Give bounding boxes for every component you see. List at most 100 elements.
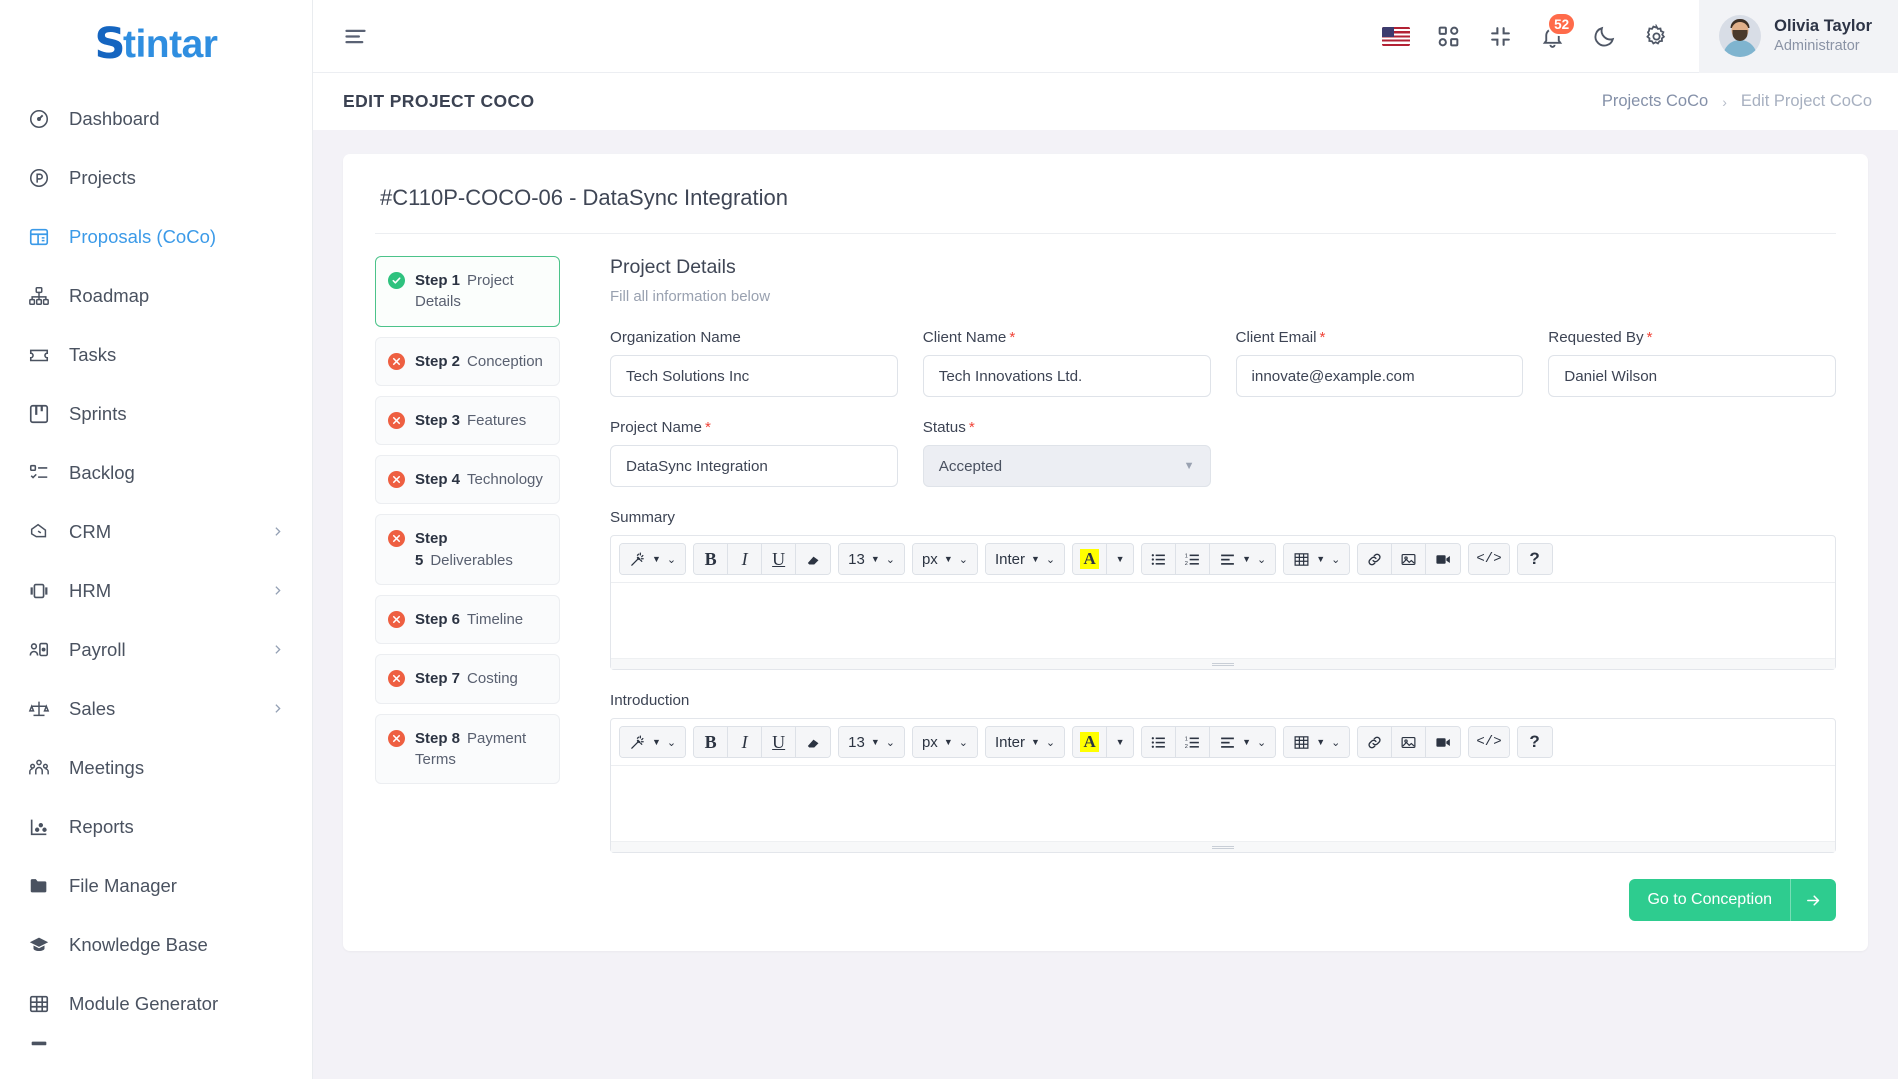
apps-grid-icon[interactable] — [1433, 21, 1463, 51]
sidebar-item-payroll[interactable]: Payroll — [0, 620, 312, 679]
numbered-list-icon[interactable]: 12 — [1176, 544, 1211, 574]
step-item-4[interactable]: Step 4 Technology — [375, 455, 560, 505]
checklist-icon — [26, 460, 52, 486]
bullet-list-icon[interactable] — [1142, 727, 1177, 757]
font-family-dropdown[interactable]: Inter ▼ ⌄ — [985, 727, 1065, 757]
chevron-down-icon: ⌄ — [1257, 553, 1267, 566]
user-profile-menu[interactable]: Olivia Taylor Administrator — [1699, 0, 1898, 73]
avatar — [1719, 15, 1762, 57]
help-icon[interactable]: ? — [1517, 727, 1552, 757]
magic-wand-icon[interactable]: ▼ ⌄ — [620, 544, 686, 574]
unit-dropdown[interactable]: px ▼ ⌄ — [912, 544, 977, 574]
introduction-textarea[interactable] — [611, 766, 1835, 841]
align-icon[interactable]: ▼ ⌄ — [1210, 544, 1276, 574]
required-marker: * — [1319, 329, 1326, 346]
sidebar-item-meetings[interactable]: Meetings — [0, 738, 312, 797]
client-email-input[interactable] — [1235, 355, 1524, 397]
toolbar-group-insert — [1357, 726, 1462, 758]
step-label: Conception — [467, 352, 543, 370]
font-family-value: Inter — [994, 550, 1025, 568]
eraser-icon[interactable] — [796, 544, 831, 574]
link-icon[interactable] — [1358, 544, 1393, 574]
moon-icon[interactable] — [1589, 21, 1619, 51]
gear-icon[interactable] — [1641, 21, 1671, 51]
step-number: Step 2 — [415, 352, 461, 370]
sidebar-item-backlog[interactable]: Backlog — [0, 443, 312, 502]
sidebar-item-tasks[interactable]: Tasks — [0, 325, 312, 384]
help-icon[interactable]: ? — [1517, 544, 1552, 574]
sidebar-item-dashboard[interactable]: Dashboard — [0, 89, 312, 148]
chevron-down-icon: ⌄ — [1257, 736, 1267, 749]
text-color-dropdown[interactable]: ▼ — [1107, 544, 1134, 574]
video-icon[interactable] — [1426, 727, 1461, 757]
sidebar-item-module-generator[interactable]: Module Generator — [0, 974, 312, 1033]
step-number: Step 6 — [415, 611, 461, 629]
step-item-8[interactable]: Step 8 Payment Terms — [375, 713, 560, 785]
sidebar-item-sales[interactable]: Sales — [0, 679, 312, 738]
font-size-dropdown[interactable]: 13 ▼ ⌄ — [839, 544, 904, 574]
step-item-7[interactable]: Step 7 Costing — [375, 654, 560, 704]
text-color-icon[interactable]: A — [1073, 727, 1108, 757]
summary-resize-handle[interactable] — [611, 658, 1835, 669]
bullet-list-icon[interactable] — [1142, 544, 1177, 574]
numbered-list-icon[interactable]: 12 — [1176, 727, 1211, 757]
underline-icon[interactable]: U — [762, 727, 797, 757]
sidebar-item-partial[interactable] — [0, 1033, 312, 1063]
image-icon[interactable] — [1392, 727, 1427, 757]
step-item-2[interactable]: Step 2 Conception — [375, 336, 560, 386]
summary-textarea[interactable] — [611, 583, 1835, 658]
table-icon[interactable]: ▼ ⌄ — [1284, 544, 1350, 574]
sidebar-item-reports[interactable]: Reports — [0, 797, 312, 856]
section-subtitle: Fill all information below — [610, 288, 771, 305]
client-name-input[interactable] — [922, 355, 1211, 397]
eraser-icon[interactable] — [796, 727, 831, 757]
sidebar-item-knowledge-base[interactable]: Knowledge Base — [0, 915, 312, 974]
organization-name-input[interactable] — [610, 355, 898, 397]
sidebar-item-hrm[interactable]: HRM — [0, 561, 312, 620]
font-size-dropdown[interactable]: 13 ▼ ⌄ — [839, 727, 904, 757]
step-item-1[interactable]: Step 1 Project Details — [375, 256, 560, 327]
align-icon[interactable]: ▼ ⌄ — [1210, 727, 1276, 757]
brand-logo[interactable]: Stintar — [0, 0, 312, 89]
requested-by-input[interactable] — [1548, 355, 1836, 397]
bold-icon[interactable]: B — [694, 544, 729, 574]
sidebar-item-projects[interactable]: Projects — [0, 148, 312, 207]
image-icon[interactable] — [1392, 544, 1427, 574]
sidebar-item-file-manager[interactable]: File Manager — [0, 856, 312, 915]
code-icon[interactable]: </> — [1469, 727, 1509, 757]
field-status: Status * Accepted ▼ — [922, 419, 1211, 487]
code-icon[interactable]: </> — [1469, 544, 1509, 574]
italic-icon[interactable]: I — [728, 727, 763, 757]
introduction-resize-handle[interactable] — [611, 841, 1835, 852]
step-item-6[interactable]: Step 6 Timeline — [375, 595, 560, 645]
step-item-3[interactable]: Step 3 Features — [375, 395, 560, 446]
toolbar-group-color: A ▼ — [1072, 726, 1135, 758]
magic-wand-icon[interactable]: ▼ ⌄ — [620, 727, 686, 757]
status-select[interactable]: Accepted ▼ — [922, 445, 1211, 487]
sidebar-item-proposals-coco[interactable]: Proposals (CoCo) — [0, 207, 312, 266]
font-family-dropdown[interactable]: Inter ▼ ⌄ — [985, 544, 1065, 574]
go-to-conception-button[interactable]: Go to Conception — [1629, 879, 1836, 921]
italic-icon[interactable]: I — [728, 544, 763, 574]
p-circle-icon — [26, 165, 52, 191]
project-name-input[interactable] — [610, 445, 898, 487]
compress-icon[interactable] — [1485, 21, 1515, 51]
sidebar-item-crm[interactable]: CRM — [0, 502, 312, 561]
underline-icon[interactable]: U — [762, 544, 797, 574]
unit-dropdown[interactable]: px ▼ ⌄ — [912, 727, 977, 757]
sidebar-item-sprints[interactable]: Sprints — [0, 384, 312, 443]
us-flag-icon[interactable] — [1381, 21, 1411, 51]
bell-icon[interactable]: 52 — [1537, 12, 1577, 51]
hamburger-icon[interactable] — [342, 23, 372, 50]
video-icon[interactable] — [1426, 544, 1461, 574]
text-color-dropdown[interactable]: ▼ — [1107, 727, 1134, 757]
sidebar-item-roadmap[interactable]: Roadmap — [0, 266, 312, 325]
link-icon[interactable] — [1358, 727, 1393, 757]
bold-icon[interactable]: B — [694, 727, 729, 757]
table-icon[interactable]: ▼ ⌄ — [1284, 727, 1350, 757]
step-item-5[interactable]: Step 5 Deliverables — [375, 514, 560, 586]
text-color-icon[interactable]: A — [1073, 544, 1108, 574]
toolbar-group-format: B I U — [693, 543, 832, 575]
breadcrumb-parent[interactable]: Projects CoCo — [1602, 92, 1708, 111]
step-label: Features — [467, 411, 527, 429]
